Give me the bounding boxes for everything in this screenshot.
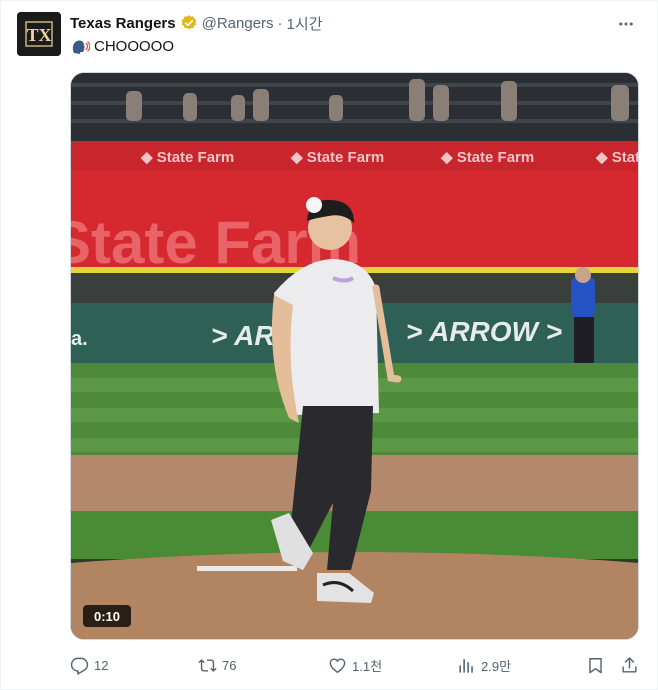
bookmark-icon — [589, 657, 602, 673]
author-handle[interactable]: @Rangers — [202, 15, 274, 32]
repost-icon — [198, 658, 217, 672]
banner-text-1: ◆ State Farm — [140, 149, 234, 166]
verified-badge-icon — [180, 14, 198, 32]
views-button[interactable]: 2.9만 — [457, 653, 511, 677]
avatar[interactable]: TX — [17, 12, 61, 56]
like-count: 1.1천 — [352, 658, 383, 674]
video-frame: ◆ State Farm ◆ State Farm ◆ State Farm ◆… — [71, 73, 639, 639]
tweet-body: CHOOOOO — [94, 38, 175, 55]
view-count: 2.9만 — [481, 658, 512, 674]
tweet-header: Texas Rangers @Rangers · 1시간 — [70, 12, 323, 34]
heart-icon — [329, 657, 346, 673]
tweet-actions: 12 76 1.1천 2.9만 — [70, 653, 639, 677]
video-player[interactable]: ◆ State Farm ◆ State Farm ◆ State Farm ◆… — [70, 72, 639, 640]
video-duration: 0:10 — [83, 605, 131, 627]
separator-dot: · — [277, 14, 283, 32]
repost-button[interactable]: 76 — [198, 653, 236, 677]
author-name[interactable]: Texas Rangers — [70, 15, 176, 32]
repost-count: 76 — [222, 657, 237, 673]
reply-count: 12 — [94, 657, 109, 673]
tweet-card[interactable]: TX Texas Rangers @Rangers · 1시간 CHOOOOO … — [0, 0, 658, 690]
more-icon[interactable] — [615, 13, 637, 35]
svg-text:> AR: > AR — [211, 320, 275, 351]
views-icon — [459, 658, 473, 673]
bookmark-button[interactable] — [586, 653, 610, 677]
banner-text-4: ◆ State Farm — [595, 149, 639, 166]
tweet-time[interactable]: 1시간 — [287, 13, 323, 34]
rangers-logo-icon: TX — [17, 12, 61, 56]
svg-text:> ARROW >: > ARROW > — [406, 316, 562, 347]
reply-button[interactable]: 12 — [70, 653, 108, 677]
speaking-head-emoji-icon — [70, 37, 91, 57]
banner-text-2: ◆ State Farm — [290, 149, 384, 166]
tweet-text: CHOOOOO — [70, 37, 174, 57]
svg-text:a.: a. — [71, 328, 88, 350]
share-icon — [622, 656, 637, 673]
banner-text-3: ◆ State Farm — [440, 149, 534, 166]
share-button[interactable] — [620, 653, 644, 677]
reply-icon — [70, 657, 89, 675]
like-button[interactable]: 1.1천 — [328, 653, 382, 677]
svg-text:TX: TX — [26, 25, 51, 45]
